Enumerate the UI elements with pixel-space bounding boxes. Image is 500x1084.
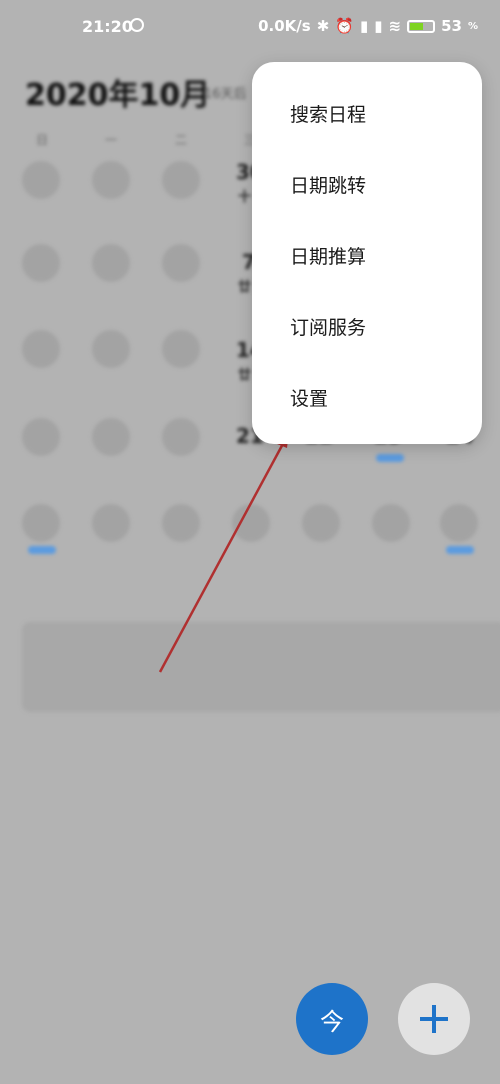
calendar-day-lunar: 廿 [238, 280, 252, 295]
status-icons: 0.0K/s ✱ ⏰ ▮ ▮ ≋ 53 % [258, 17, 478, 35]
calendar-day [92, 418, 130, 456]
calendar-day [22, 330, 60, 368]
menu-item-date-calc[interactable]: 日期推算 [290, 242, 366, 269]
add-event-button[interactable] [398, 983, 470, 1055]
plus-icon [420, 1005, 448, 1033]
battery-unit: % [467, 20, 478, 32]
calendar-day [92, 244, 130, 282]
menu-item-search-events[interactable]: 搜索日程 [290, 100, 366, 127]
sync-icon [130, 18, 144, 32]
battery-level: 53 [441, 17, 462, 35]
calendar-day [22, 418, 60, 456]
network-speed: 0.0K/s [258, 17, 311, 35]
calendar-day [22, 161, 60, 199]
wifi-icon: ≋ [388, 17, 402, 35]
status-time: 21:20 [82, 17, 133, 36]
weekday-tue: 二 [175, 133, 188, 147]
calendar-day [162, 418, 200, 456]
calendar-day [92, 504, 130, 542]
month-title: 2020年10月 [25, 78, 211, 113]
weekday-sun: 日 [36, 133, 49, 147]
calendar-day [232, 504, 270, 542]
status-bar: 21:20 0.0K/s ✱ ⏰ ▮ ▮ ≋ 53 % [0, 0, 500, 56]
calendar-day [92, 330, 130, 368]
calendar-day [302, 504, 340, 542]
signal-icon: ▮ [359, 17, 369, 35]
calendar-day [92, 161, 130, 199]
battery-icon [407, 19, 436, 33]
today-label: 今 [320, 1007, 344, 1036]
calendar-day [162, 161, 200, 199]
bluetooth-icon: ✱ [316, 17, 330, 35]
calendar-day [162, 504, 200, 542]
event-marker [28, 546, 56, 554]
calendar-day [22, 244, 60, 282]
calendar-day [22, 504, 60, 542]
event-marker [446, 546, 474, 554]
event-marker [376, 454, 404, 462]
calendar-day [372, 504, 410, 542]
event-card [22, 622, 500, 712]
calendar-day [440, 504, 478, 542]
menu-item-subscriptions[interactable]: 订阅服务 [290, 313, 366, 340]
weekday-mon: 一 [105, 133, 118, 147]
today-button[interactable]: 今 [296, 983, 368, 1055]
calendar-day [162, 330, 200, 368]
alarm-icon: ⏰ [335, 17, 354, 35]
signal-icon-2: ▮ [374, 17, 383, 35]
options-menu: 搜索日程 日期跳转 日期推算 订阅服务 设置 [252, 62, 482, 444]
menu-item-date-jump[interactable]: 日期跳转 [290, 171, 366, 198]
days-after: 16天后 [204, 87, 247, 102]
calendar-day-lunar: 十 [238, 190, 252, 205]
menu-item-settings[interactable]: 设置 [290, 384, 328, 411]
calendar-day-lunar: 廿 [238, 368, 252, 383]
calendar-day [162, 244, 200, 282]
